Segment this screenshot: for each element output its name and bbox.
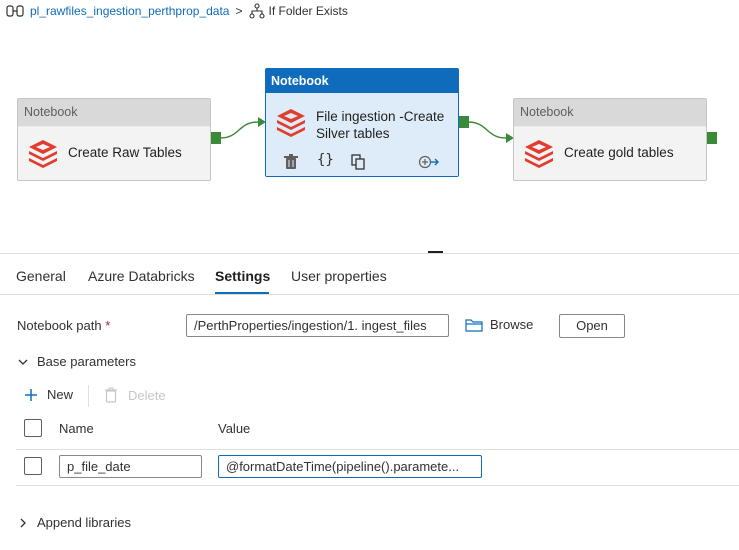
base-parameters-label: Base parameters	[37, 354, 136, 369]
delete-icon[interactable]	[284, 154, 298, 170]
copy-icon[interactable]	[351, 154, 365, 170]
required-marker: *	[105, 318, 111, 333]
activity-output-port[interactable]	[459, 116, 469, 128]
activity-title-line1: File ingestion -Create	[316, 109, 445, 124]
notebook-path-label: Notebook path *	[17, 318, 110, 333]
folder-icon	[465, 318, 483, 332]
command-separator	[88, 385, 89, 407]
activity-title-line2: Silver tables	[316, 126, 390, 141]
row-checkbox[interactable]	[24, 457, 42, 475]
activity-create-raw-tables[interactable]: Notebook Create Raw Tables	[17, 98, 211, 181]
databricks-icon	[525, 140, 553, 168]
activity-type-label: Notebook	[18, 99, 210, 126]
panel-divider	[0, 253, 739, 254]
chevron-right-icon	[20, 518, 26, 527]
append-libraries-label: Append libraries	[37, 515, 131, 530]
tab-general[interactable]: General	[16, 268, 66, 284]
open-button[interactable]: Open	[559, 314, 625, 338]
activity-type-label: Notebook	[266, 69, 458, 93]
table-row-divider	[16, 485, 739, 486]
browse-button[interactable]: Browse	[465, 317, 533, 332]
browse-label: Browse	[490, 317, 534, 332]
append-libraries-toggle[interactable]: Append libraries	[17, 515, 131, 530]
plus-icon	[25, 388, 37, 401]
activity-file-ingestion[interactable]: Notebook File ingestion -Create Silver t…	[265, 68, 459, 177]
notebook-path-input[interactable]: /PerthProperties/ingestion/1. ingest_fil…	[186, 314, 449, 337]
new-parameter-button[interactable]: New	[24, 387, 73, 402]
column-header-name: Name	[59, 421, 94, 436]
activity-title: Create gold tables	[564, 145, 674, 160]
select-all-checkbox[interactable]	[24, 419, 42, 437]
tab-azure-databricks[interactable]: Azure Databricks	[88, 268, 195, 284]
parameter-name-input[interactable]: p_file_date	[59, 455, 202, 478]
code-braces-icon[interactable]: {}	[317, 152, 334, 168]
activity-output-port[interactable]	[211, 132, 221, 144]
tab-user-properties[interactable]: User properties	[291, 268, 387, 284]
properties-tabs: General Azure Databricks Settings User p…	[0, 262, 739, 294]
databricks-icon	[277, 109, 305, 137]
delete-parameter-button[interactable]: Delete	[104, 387, 166, 403]
base-parameters-toggle[interactable]: Base parameters	[17, 354, 136, 369]
activity-title: Create Raw Tables	[68, 145, 182, 160]
notebook-path-label-text: Notebook path	[17, 318, 102, 333]
delete-label: Delete	[128, 387, 166, 403]
tab-settings[interactable]: Settings	[215, 268, 270, 284]
databricks-icon	[29, 140, 57, 168]
activity-type-label: Notebook	[514, 99, 706, 126]
activity-create-gold-tables[interactable]: Notebook Create gold tables	[513, 98, 707, 181]
table-header-divider	[16, 449, 739, 450]
trash-icon	[105, 387, 117, 403]
add-output-icon[interactable]	[418, 155, 440, 169]
chevron-down-icon	[18, 359, 28, 365]
tabs-divider	[0, 294, 739, 295]
parameter-value-input[interactable]: @formatDateTime(pipeline().paramete...	[218, 455, 482, 478]
new-label: New	[47, 387, 74, 402]
column-header-value: Value	[218, 421, 251, 436]
activity-output-port[interactable]	[707, 132, 717, 144]
